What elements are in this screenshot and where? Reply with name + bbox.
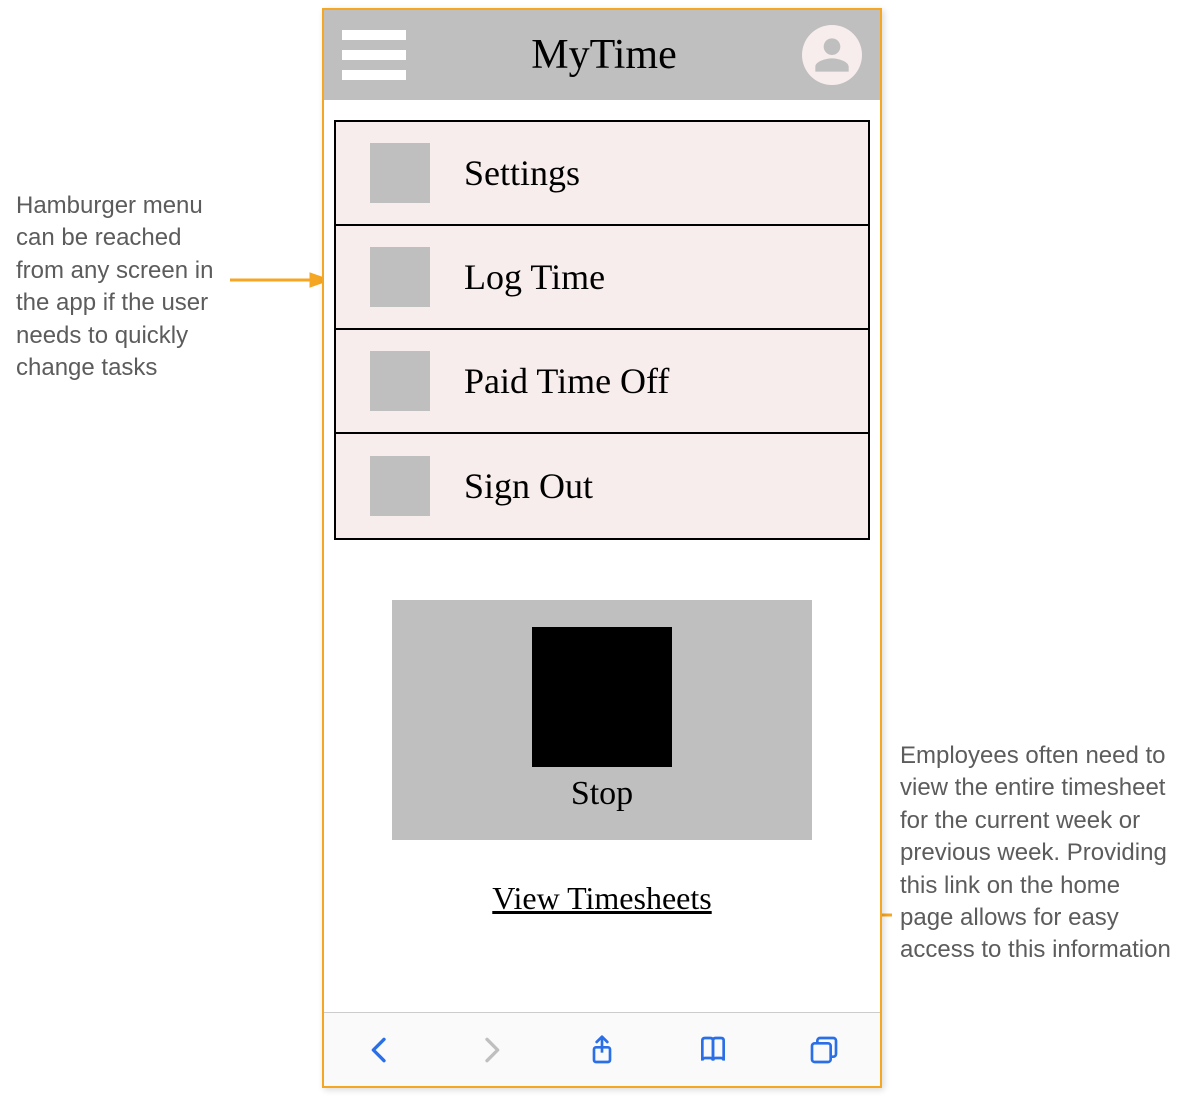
menu-item-settings[interactable]: Settings <box>336 122 868 226</box>
menu-item-label: Settings <box>464 152 580 194</box>
browser-toolbar <box>324 1012 880 1086</box>
forward-icon <box>475 1034 507 1066</box>
back-button[interactable] <box>360 1030 400 1070</box>
arrow-left-icon <box>230 270 330 290</box>
menu-item-sign-out[interactable]: Sign Out <box>336 434 868 538</box>
tabs-icon <box>808 1034 840 1066</box>
hamburger-icon[interactable] <box>342 30 406 80</box>
menu-item-label: Sign Out <box>464 465 593 507</box>
profile-button[interactable] <box>802 25 862 85</box>
placeholder-icon <box>370 351 430 411</box>
annotation-right: Employees often need to view the entire … <box>900 740 1180 967</box>
bookmarks-button[interactable] <box>693 1030 733 1070</box>
app-header: MyTime <box>324 10 880 100</box>
tabs-button[interactable] <box>804 1030 844 1070</box>
phone-frame: MyTime Settings Log Time Paid Time Off S… <box>322 8 882 1088</box>
share-icon <box>586 1034 618 1066</box>
forward-button[interactable] <box>471 1030 511 1070</box>
menu-item-log-time[interactable]: Log Time <box>336 226 868 330</box>
view-timesheets-link[interactable]: View Timesheets <box>324 880 880 917</box>
stop-button[interactable]: Stop <box>392 600 812 840</box>
placeholder-icon <box>370 143 430 203</box>
placeholder-icon <box>370 456 430 516</box>
menu-item-label: Log Time <box>464 256 605 298</box>
hamburger-menu: Settings Log Time Paid Time Off Sign Out <box>334 120 870 540</box>
person-icon <box>812 35 852 75</box>
app-title: MyTime <box>531 31 677 79</box>
placeholder-icon <box>370 247 430 307</box>
stop-label: Stop <box>571 775 633 813</box>
back-icon <box>364 1034 396 1066</box>
stop-icon <box>532 627 672 767</box>
menu-item-paid-time-off[interactable]: Paid Time Off <box>336 330 868 434</box>
bookmarks-icon <box>697 1034 729 1066</box>
menu-item-label: Paid Time Off <box>464 360 669 402</box>
annotation-left: Hamburger menu can be reached from any s… <box>16 190 236 384</box>
share-button[interactable] <box>582 1030 622 1070</box>
